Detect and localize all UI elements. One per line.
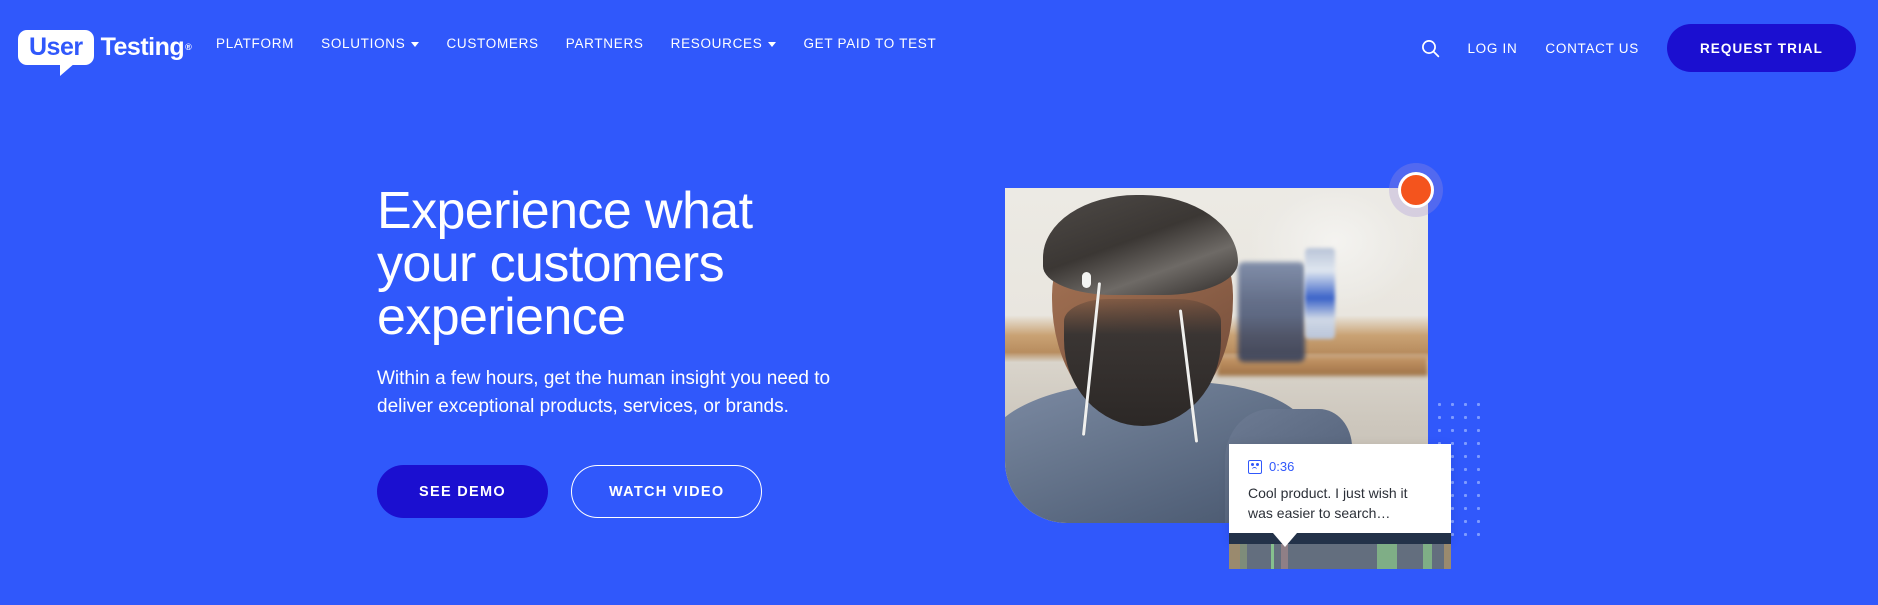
record-indicator-icon (1398, 172, 1434, 208)
annotation-quote: Cool product. I just wish it was easier … (1248, 485, 1408, 521)
contact-us-link[interactable]: CONTACT US (1545, 41, 1639, 56)
annotation-timestamp: 0:36 (1269, 459, 1295, 474)
annotation-tooltip: 0:36 Cool product. I just wish it was ea… (1229, 444, 1451, 540)
nav-item-label: PARTNERS (565, 36, 644, 51)
login-link[interactable]: LOG IN (1467, 41, 1517, 56)
logo-speech-bubble-icon: User (18, 29, 94, 76)
chevron-down-icon (768, 42, 777, 47)
nav-item-get-paid-to-test[interactable]: GET PAID TO TEST (803, 36, 936, 51)
logo-word: Testing (100, 32, 185, 61)
sentiment-frame-icon (1248, 459, 1262, 474)
nav-item-platform[interactable]: PLATFORM (216, 36, 294, 51)
timeline-segment (1229, 544, 1241, 569)
hero-subtitle: Within a few hours, get the human insigh… (377, 368, 831, 417)
hero-content: Experience what your customers experienc… (377, 185, 897, 518)
timeline-track[interactable] (1229, 544, 1451, 569)
timeline-segment (1246, 544, 1272, 569)
timeline-segment (1287, 544, 1377, 569)
chevron-down-icon (411, 42, 420, 47)
page-title: Experience what your customers experienc… (377, 185, 897, 344)
nav-item-label: GET PAID TO TEST (803, 36, 937, 51)
logo-trademark: ® (185, 42, 192, 52)
hero-cta-group: SEE DEMO WATCH VIDEO (377, 465, 897, 518)
timeline-segment (1281, 544, 1288, 569)
nav-item-partners[interactable]: PARTNERS (566, 36, 644, 51)
nav-item-resources[interactable]: RESOURCES (671, 36, 777, 51)
nav-item-customers[interactable]: CUSTOMERS (446, 36, 538, 51)
nav-item-label: RESOURCES (670, 36, 763, 51)
see-demo-button[interactable]: SEE DEMO (377, 465, 548, 518)
annotation-header: 0:36 (1248, 459, 1432, 474)
site-header: User Testing ® PLATFORM SOLUTIONS CUSTOM… (0, 0, 1878, 92)
request-trial-button[interactable]: REQUEST TRIAL (1666, 24, 1856, 72)
timeline-segment (1274, 544, 1282, 569)
primary-navigation: PLATFORM SOLUTIONS CUSTOMERS PARTNERS RE… (216, 36, 963, 51)
nav-item-solutions[interactable]: SOLUTIONS (321, 36, 420, 51)
timeline-segment (1423, 544, 1433, 569)
photo-earbud (1082, 271, 1092, 288)
search-icon[interactable] (1417, 35, 1443, 61)
timeline-segment (1376, 544, 1397, 569)
nav-item-label: CUSTOMERS (446, 36, 539, 51)
photo-water-bottle (1305, 248, 1335, 339)
timeline-segment (1240, 544, 1247, 569)
video-timeline[interactable] (1229, 533, 1451, 569)
nav-item-label: SOLUTIONS (321, 36, 406, 51)
timeline-segment (1432, 544, 1445, 569)
logo-bubble-text: User (29, 32, 83, 61)
watch-video-button[interactable]: WATCH VIDEO (570, 465, 763, 518)
usertesting-logo[interactable]: User Testing ® (18, 28, 192, 76)
nav-item-label: PLATFORM (216, 36, 295, 51)
hero-title-line-2: your customers (377, 235, 725, 293)
utility-navigation: LOG IN CONTACT US REQUEST TRIAL (1417, 24, 1856, 72)
photo-background-object (1237, 261, 1306, 363)
timeline-header-bar (1229, 533, 1451, 544)
hero-title-line-3: experience (377, 288, 626, 346)
timeline-segment (1444, 544, 1451, 569)
annotation-tooltip-arrow (1273, 533, 1297, 547)
hero-title-line-1: Experience what (377, 182, 753, 240)
timeline-segment (1396, 544, 1424, 569)
hero-page: User Testing ® PLATFORM SOLUTIONS CUSTOM… (0, 0, 1878, 605)
